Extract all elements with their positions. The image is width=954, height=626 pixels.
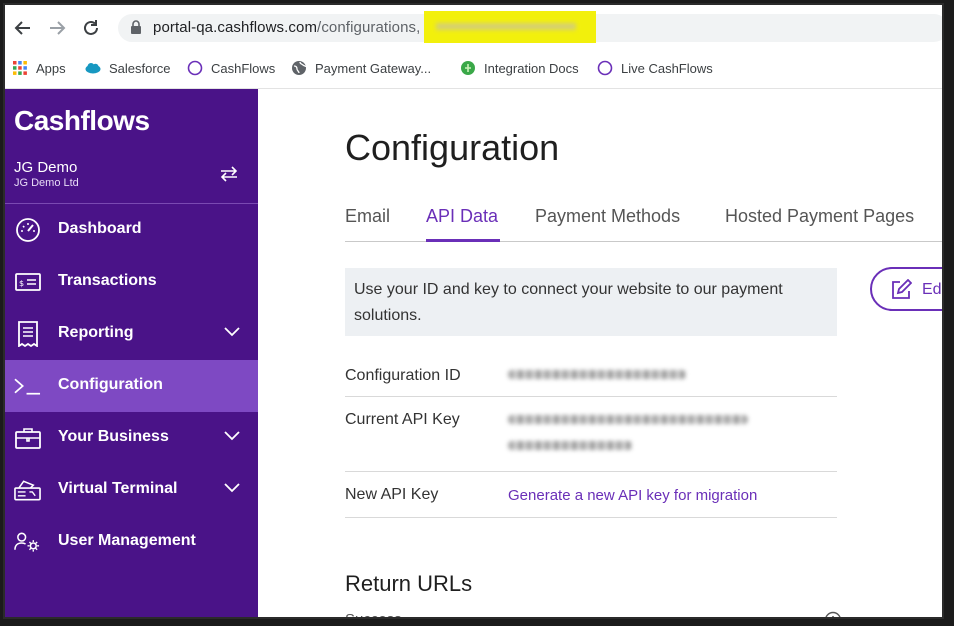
sidebar-item-label: Virtual Terminal [58,480,178,497]
bookmarks-bar: Apps Salesforce CashFlows Payment Gatewa… [5,51,942,89]
virtual-terminal-icon [14,477,41,503]
url-path: /configurations, [317,19,421,36]
sidebar-item-reporting[interactable]: Reporting [5,308,258,360]
browser-window: portal-qa.cashflows.com/configurations, … [3,3,944,619]
generate-api-key-link[interactable]: Generate a new API key for migration [508,487,757,504]
api-key-value-redacted-line2 [508,441,632,450]
edit-button[interactable]: Ed [870,267,942,311]
account-switcher: JG Demo JG Demo Ltd [14,159,79,189]
api-key-row: Current API Key [345,397,837,472]
tab-hosted-payment-pages[interactable]: Hosted Payment Pages [725,206,914,227]
bookmark-label: Integration Docs [484,60,579,76]
bookmark-label: Payment Gateway... [315,60,432,76]
transactions-card-icon: $ [14,269,41,295]
new-api-key-row: New API Key Generate a new API key for m… [345,472,837,518]
sidebar-item-dashboard[interactable]: Dashboard [5,204,258,256]
active-tab-indicator [426,239,500,242]
chevron-down-icon [224,327,240,337]
bookmark-apps[interactable]: Apps [12,60,66,76]
main-content: Configuration Email API Data Payment Met… [258,89,942,619]
reload-button[interactable] [79,16,103,40]
reporting-receipt-icon [14,321,41,347]
account-company: JG Demo Ltd [14,177,79,189]
new-api-key-label: New API Key [345,486,439,503]
globe-outline-icon [187,60,203,76]
config-id-label: Configuration ID [345,367,461,384]
sidebar-item-label: Transactions [58,272,157,289]
url-bar[interactable]: portal-qa.cashflows.com/configurations, [118,11,942,43]
globe-outline-icon [597,60,613,76]
briefcase-icon [14,425,41,451]
sidebar-item-label: Configuration [58,376,163,393]
edit-pencil-icon [892,279,912,299]
edit-label: Ed [922,281,942,298]
apps-grid-icon [13,61,27,75]
bookmark-integration-docs[interactable]: Integration Docs [460,60,579,76]
globe-icon [292,61,307,75]
sidebar-item-label: Reporting [58,324,134,341]
config-id-value-redacted [508,370,686,379]
sidebar-item-label: Dashboard [58,220,142,237]
info-text-line1: Use your ID and key to connect your webs… [354,281,783,298]
tab-payment-methods[interactable]: Payment Methods [535,206,680,227]
config-tabs: Email API Data Payment Methods Hosted Pa… [345,197,942,242]
chevron-down-icon [224,483,240,493]
api-key-value-redacted-line1 [508,415,748,424]
bookmark-live-cashflows[interactable]: Live CashFlows [597,60,713,76]
bookmark-label: Salesforce [109,60,171,76]
back-arrow-icon [14,21,30,35]
api-info-banner: Use your ID and key to connect your webs… [345,268,837,336]
bookmark-cashflows[interactable]: CashFlows [187,60,275,76]
lock-icon [131,20,141,34]
info-text-line2: solutions. [354,307,422,324]
brand-logo[interactable]: Cashflows [14,105,150,137]
sidebar-item-label: Your Business [58,428,169,445]
swap-arrows-icon[interactable] [219,165,239,183]
chevron-down-icon [224,431,240,441]
user-gear-icon [14,529,41,555]
integration-docs-icon [461,61,475,75]
sidebar-item-configuration[interactable]: Configuration [5,360,258,412]
forward-arrow-icon [50,21,66,35]
tab-email[interactable]: Email [345,206,390,227]
svg-text:$: $ [19,279,24,288]
account-name: JG Demo [14,159,78,176]
config-id-row: Configuration ID [345,354,837,397]
sidebar-item-user-management[interactable]: User Management [5,516,258,568]
url-text: portal-qa.cashflows.com/configurations, [153,19,420,36]
sidebar-item-transactions[interactable]: $ Transactions [5,256,258,308]
sidebar-item-label: User Management [58,532,196,549]
sidebar-item-virtual-terminal[interactable]: Virtual Terminal [5,464,258,516]
reload-icon [84,20,98,35]
info-circle-icon[interactable] [824,611,842,619]
bookmark-label: Live CashFlows [621,60,713,76]
back-button[interactable] [11,16,35,40]
salesforce-cloud-icon [85,63,101,74]
terminal-prompt-icon [14,373,41,399]
sidebar-item-your-business[interactable]: Your Business [5,412,258,464]
return-urls-title: Return URLs [345,571,473,596]
success-label: Success [345,611,402,617]
url-redaction-highlight [424,11,596,43]
page-title: Configuration [345,127,560,168]
api-key-label: Current API Key [345,411,460,428]
tab-api-data[interactable]: API Data [426,206,498,227]
forward-button[interactable] [45,16,69,40]
dashboard-gauge-icon [14,217,41,243]
url-host: portal-qa.cashflows.com [153,19,318,36]
sidebar: Cashflows JG Demo JG Demo Ltd Dashboard … [5,89,258,617]
bookmark-label: Apps [36,60,66,76]
bookmark-label: CashFlows [211,60,276,76]
bookmark-salesforce[interactable]: Salesforce [85,60,170,76]
browser-toolbar: portal-qa.cashflows.com/configurations, [5,5,942,51]
bookmark-payment-gateway[interactable]: Payment Gateway... [291,60,431,76]
